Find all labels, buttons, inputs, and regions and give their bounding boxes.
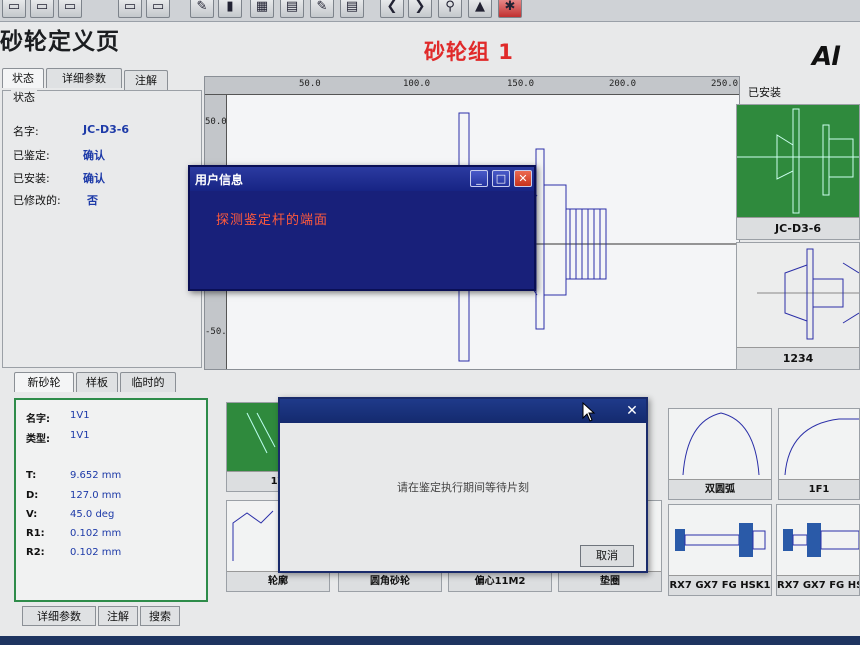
brand-logo: Al	[812, 42, 840, 72]
tab-detail-params[interactable]: 详细参数	[46, 68, 122, 88]
ruler-label: 50.0	[205, 117, 227, 127]
param-label: R1:	[26, 528, 45, 539]
save-icon[interactable]: ▭	[2, 0, 26, 18]
param-label: R2:	[26, 547, 45, 558]
library-card-label: RX7 GX7 FG HSK1	[669, 575, 771, 595]
new-wheel-panel: 名字: 1V1 类型: 1V1 T: 9.652 mm D: 127.0 mm …	[14, 398, 208, 602]
ruler-label: 250.0	[711, 79, 739, 89]
ruler-label: 50.0	[299, 79, 321, 89]
status-name-value: JC-D3-6	[83, 123, 129, 136]
status-legend: 状态	[11, 89, 37, 105]
document-icon[interactable]: ▤	[340, 0, 364, 18]
close-icon[interactable]: ✕	[514, 170, 532, 187]
copy-icon[interactable]: ▭	[30, 0, 54, 18]
minimize-icon[interactable]: _	[470, 170, 488, 187]
library-wheel-card[interactable]: RX7 GX7 FG HSK1	[668, 504, 772, 596]
wheel-thumbnail	[784, 418, 859, 476]
wait-dialog[interactable]: ✕ 请在鉴定执行期间等待片刻 取消	[278, 397, 648, 573]
tab-new-wheel[interactable]: 新砂轮	[14, 372, 74, 392]
import-icon[interactable]: ▮	[218, 0, 242, 18]
home-icon[interactable]: ▲	[468, 0, 492, 18]
dialog-titlebar[interactable]: 用户信息 _ □ ✕	[190, 167, 534, 191]
back-arrow-icon[interactable]: ❮	[380, 0, 404, 18]
tab-temporary[interactable]: 临时的	[120, 372, 176, 392]
status-installed-value: 确认	[83, 172, 105, 185]
param-label: V:	[26, 509, 38, 520]
param-value: 9.652 mm	[70, 470, 122, 481]
dialog-title: 用户信息	[195, 173, 244, 187]
tab-status[interactable]: 状态	[2, 68, 44, 88]
param-value: 0.102 mm	[70, 547, 122, 558]
library-card-label: 垫圈	[559, 571, 661, 591]
forward-arrow-icon[interactable]: ❯	[408, 0, 432, 18]
ruler-label: 150.0	[507, 79, 535, 89]
maximize-icon[interactable]: □	[492, 170, 510, 187]
layout-icon[interactable]: ▦	[250, 0, 274, 18]
wheel-type-value: 1V1	[70, 430, 90, 441]
cancel-button[interactable]: 取消	[580, 545, 634, 567]
pencil-icon[interactable]: ✎	[310, 0, 334, 18]
library-card-label: 双圆弧	[669, 479, 771, 499]
wheel-thumbnail	[682, 412, 760, 476]
wheel-thumbnail	[675, 523, 766, 557]
status-verified-value: 确认	[83, 149, 105, 162]
library-card-label: 圆角砂轮	[339, 571, 441, 591]
tab-notes[interactable]: 注解	[124, 70, 168, 90]
library-wheel-card[interactable]: 1F1	[778, 408, 860, 500]
installed-wheel-label: 1234	[737, 347, 859, 369]
param-value: 45.0 deg	[70, 509, 115, 520]
tool-icon[interactable]: ✱	[498, 0, 522, 18]
delete-icon[interactable]: ▭	[58, 0, 82, 18]
wheel-thumbnail	[783, 523, 859, 557]
magnify-icon[interactable]: ⚲	[438, 0, 462, 18]
installed-wheel-thumbnail	[757, 248, 859, 340]
detail-params-button[interactable]: 详细参数	[22, 606, 96, 626]
status-panel: 状态 名字: JC-D3-6 已鉴定: 确认 已安装: 确认 已修改的: 否	[2, 89, 202, 368]
taskbar	[0, 636, 860, 645]
installed-wheel-card[interactable]: 1234	[736, 242, 860, 370]
library-wheel-card[interactable]: RX7 GX7 FG HSK	[776, 504, 860, 596]
user-info-dialog[interactable]: 用户信息 _ □ ✕ 探测鉴定杆的端面	[188, 165, 536, 291]
print-icon[interactable]: ▭	[118, 0, 142, 18]
status-modified-label: 已修改的:	[13, 194, 61, 207]
dialog-message: 探测鉴定杆的端面	[216, 213, 329, 228]
param-value: 127.0 mm	[70, 490, 122, 501]
param-label: D:	[26, 490, 39, 501]
app-window: ▭ ▭ ▭ ▭ ▭ ✎ ▮ ▦ ▤ ✎ ▤ ❮ ❯ ⚲ ▲ ✱ 砂轮定义页 砂轮…	[0, 0, 860, 645]
tab-template[interactable]: 样板	[76, 372, 118, 392]
notes-button[interactable]: 注解	[98, 606, 138, 626]
edit-icon[interactable]: ▭	[146, 0, 170, 18]
library-card-label: 1F1	[779, 479, 859, 499]
toolbar: ▭ ▭ ▭ ▭ ▭ ✎ ▮ ▦ ▤ ✎ ▤ ❮ ❯ ⚲ ▲ ✱	[0, 0, 860, 22]
status-name-label: 名字:	[13, 125, 39, 138]
param-label: T:	[26, 470, 37, 481]
wheel-name-value: 1V1	[70, 410, 90, 421]
close-icon[interactable]: ✕	[624, 403, 640, 419]
top-ruler: 50.0 100.0 150.0 200.0 250.0	[205, 77, 739, 95]
library-card-label: 轮廓	[227, 571, 329, 591]
export-icon[interactable]: ✎	[190, 0, 214, 18]
ruler-label: 100.0	[403, 79, 431, 89]
dialog-message: 请在鉴定执行期间等待片刻	[397, 481, 529, 494]
installed-wheel-label: JC-D3-6	[737, 217, 859, 239]
page-title: 砂轮定义页	[0, 28, 120, 55]
param-value: 0.102 mm	[70, 528, 122, 539]
status-verified-label: 已鉴定:	[13, 149, 50, 162]
library-card-label: 偏心11M2	[449, 571, 551, 591]
installed-wheel-thumbnail	[737, 105, 859, 217]
status-installed-label: 已安装:	[13, 172, 50, 185]
ruler-label: 200.0	[609, 79, 637, 89]
wheel-type-label: 类型:	[26, 434, 50, 445]
search-button[interactable]: 搜索	[140, 606, 180, 626]
installed-legend: 已安装	[748, 86, 781, 99]
status-modified-value: 否	[87, 194, 98, 207]
library-card-label: RX7 GX7 FG HSK	[777, 575, 859, 595]
wheel-group-title: 砂轮组 1	[424, 40, 514, 64]
wheel-name-label: 名字:	[26, 414, 50, 425]
library-wheel-card[interactable]: 双圆弧	[668, 408, 772, 500]
mouse-cursor-icon	[582, 402, 596, 422]
print-preview-icon[interactable]: ▤	[280, 0, 304, 18]
installed-wheel-card[interactable]: JC-D3-6	[736, 104, 860, 240]
